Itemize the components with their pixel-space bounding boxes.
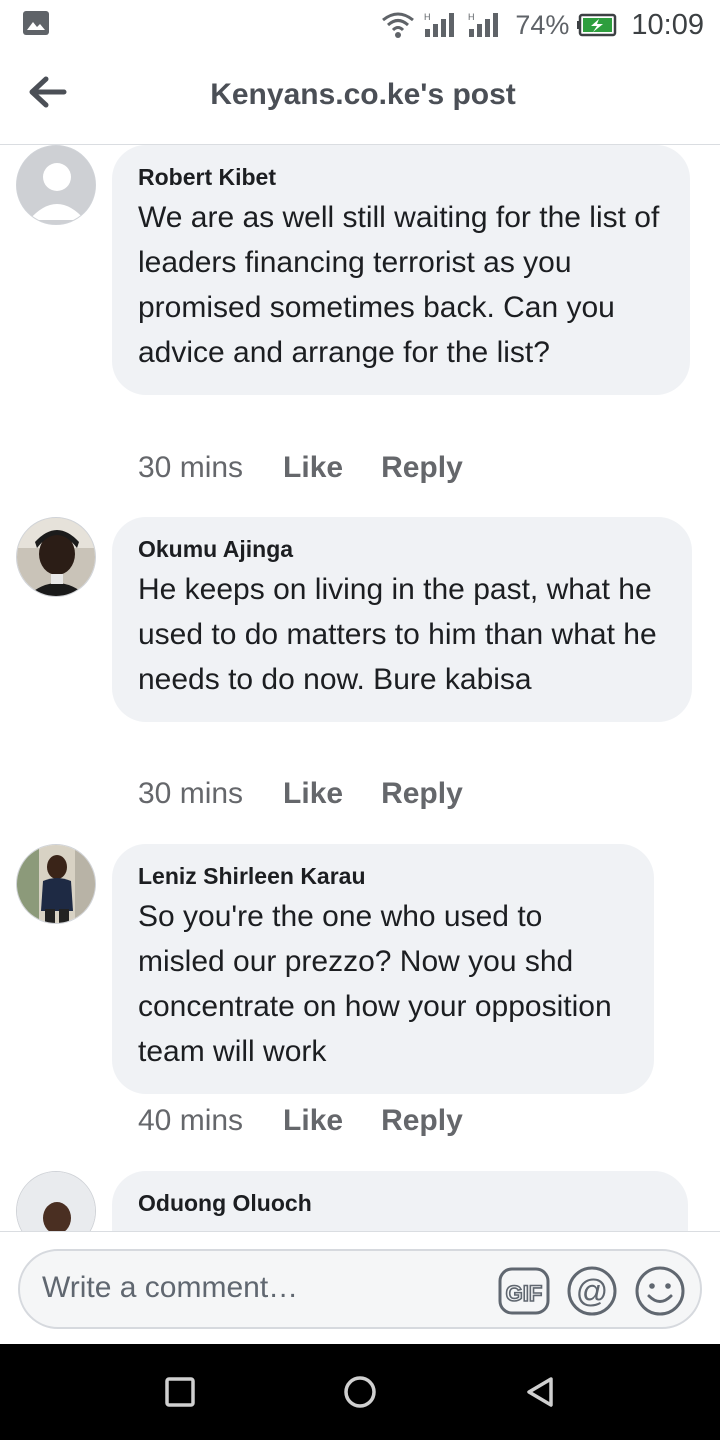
comment-author[interactable]: Leniz Shirleen Karau	[138, 862, 628, 890]
wifi-icon	[382, 12, 415, 38]
comment-author[interactable]: Robert Kibet	[138, 163, 664, 191]
profile-photo	[17, 845, 95, 923]
comment-composer: Write a comment… GIF @	[0, 1231, 720, 1344]
like-button[interactable]: Like	[283, 777, 343, 811]
svg-text:H: H	[424, 12, 431, 22]
battery-charging-icon	[577, 13, 617, 37]
svg-text:@: @	[576, 1273, 608, 1309]
gallery-icon	[23, 11, 49, 35]
emoji-icon[interactable]	[634, 1265, 686, 1317]
comment-text: He keeps on living in the past, what he …	[138, 573, 657, 696]
app-header: Kenyans.co.ke's post	[0, 50, 720, 145]
comment-actions: 30 mins Like Reply	[138, 777, 501, 811]
android-nav-bar	[0, 1344, 720, 1440]
reply-button[interactable]: Reply	[381, 1104, 463, 1138]
comment-actions: 40 mins Like Reply	[138, 1104, 501, 1138]
comment-timestamp[interactable]: 30 mins	[138, 451, 243, 485]
comment-input-placeholder: Write a comment…	[42, 1271, 299, 1304]
comment-bubble[interactable]: Oduong Oluoch	[112, 1171, 688, 1231]
avatar[interactable]	[16, 145, 96, 225]
comment-actions: 30 mins Like Reply	[138, 451, 501, 485]
signal-icon: H	[424, 12, 455, 37]
home-circle-icon[interactable]	[342, 1374, 378, 1410]
comment-text: We are as well still waiting for the lis…	[138, 201, 660, 369]
profile-photo	[17, 518, 95, 596]
gif-icon[interactable]: GIF	[498, 1265, 550, 1317]
default-avatar-icon	[17, 146, 95, 224]
reply-button[interactable]: Reply	[381, 451, 463, 485]
signal-icon: H	[468, 12, 499, 37]
battery-percentage: 74%	[515, 9, 570, 40]
comment-bubble[interactable]: Robert Kibet We are as well still waitin…	[112, 145, 690, 395]
comment-author[interactable]: Okumu Ajinga	[138, 535, 666, 563]
like-button[interactable]: Like	[283, 451, 343, 485]
profile-photo	[17, 1172, 95, 1231]
page-title: Kenyans.co.ke's post	[210, 78, 516, 111]
comment-input[interactable]: Write a comment… GIF @	[18, 1249, 702, 1329]
reply-button[interactable]: Reply	[381, 777, 463, 811]
at-mention-icon[interactable]: @	[566, 1265, 618, 1317]
comment-bubble[interactable]: Leniz Shirleen Karau So you're the one w…	[112, 844, 654, 1094]
comment-bubble[interactable]: Okumu Ajinga He keeps on living in the p…	[112, 517, 692, 722]
comment-timestamp[interactable]: 40 mins	[138, 1104, 243, 1138]
clock: 10:09	[631, 8, 704, 41]
comment-list[interactable]: Robert Kibet We are as well still waitin…	[0, 145, 720, 1231]
like-button[interactable]: Like	[283, 1104, 343, 1138]
back-triangle-icon[interactable]	[522, 1374, 558, 1410]
status-bar: H H 74% 10:09	[0, 0, 720, 50]
comment-text: So you're the one who used to misled our…	[138, 900, 612, 1068]
svg-text:H: H	[468, 12, 475, 22]
avatar[interactable]	[16, 844, 96, 924]
avatar[interactable]	[16, 1171, 96, 1231]
avatar[interactable]	[16, 517, 96, 597]
svg-text:GIF: GIF	[506, 1281, 543, 1306]
recents-square-icon[interactable]	[162, 1374, 198, 1410]
comment-timestamp[interactable]: 30 mins	[138, 777, 243, 811]
comment-author[interactable]: Oduong Oluoch	[138, 1189, 662, 1217]
status-icons: H H 74% 10:09	[381, 6, 704, 44]
